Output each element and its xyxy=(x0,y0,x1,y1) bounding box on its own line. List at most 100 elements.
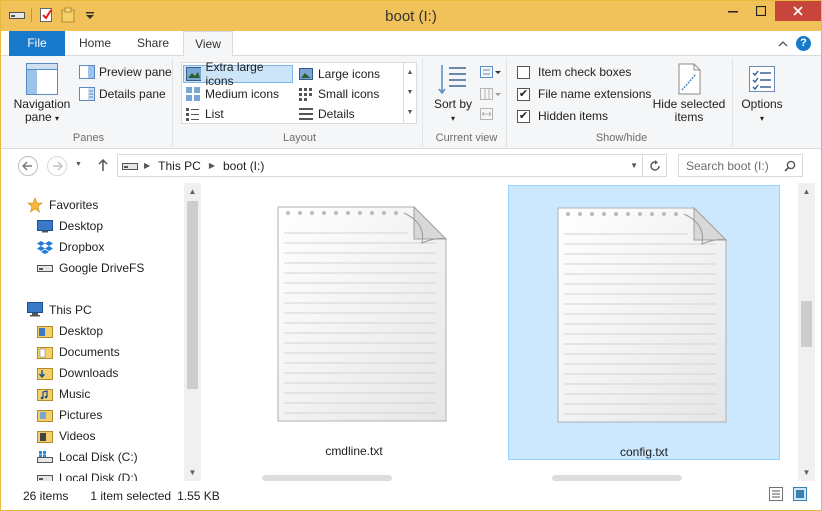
recent-locations-icon[interactable]: ▼ xyxy=(75,161,82,168)
search-box[interactable]: Search boot (I:) xyxy=(678,154,803,177)
details-view-button[interactable] xyxy=(769,487,783,501)
details-pane-button[interactable]: Details pane xyxy=(79,85,166,103)
videos-folder-icon xyxy=(37,428,53,444)
size-columns-button[interactable] xyxy=(479,106,495,125)
nav-pc-pictures[interactable]: Pictures xyxy=(37,404,102,425)
navigation-pane-button[interactable]: Navigation pane ▾ xyxy=(11,62,73,125)
gallery-more-icon[interactable]: ▼ xyxy=(404,103,416,123)
minimize-button[interactable] xyxy=(719,1,747,21)
size-columns-icon xyxy=(480,108,493,120)
hide-selected-items-button[interactable]: Hide selected items xyxy=(651,62,727,124)
nav-pc-local-disk-d[interactable]: Local Disk (D:) xyxy=(37,467,138,481)
file-name-extensions-checkbox[interactable]: ✔ xyxy=(517,87,530,101)
nav-scroll-thumb[interactable] xyxy=(187,201,198,389)
layout-medium-icons[interactable]: Medium icons xyxy=(185,85,279,103)
crumb-separator-icon[interactable]: ▶ xyxy=(209,161,215,170)
content-scroll-thumb[interactable] xyxy=(801,301,812,347)
search-icon[interactable] xyxy=(784,160,796,172)
nav-fav-desktop[interactable]: Desktop xyxy=(37,215,103,236)
small-icons-icon xyxy=(299,88,312,101)
forward-arrow-icon xyxy=(53,161,64,171)
nav-pc-desktop[interactable]: Desktop xyxy=(37,320,103,341)
back-button[interactable] xyxy=(18,156,38,176)
desktop-icon xyxy=(37,218,53,234)
content-scroll-down-icon[interactable]: ▼ xyxy=(798,464,815,481)
layout-list[interactable]: List xyxy=(185,105,224,123)
file-item-config[interactable]: config.txt xyxy=(508,185,780,460)
nav-pc-documents-label: Documents xyxy=(59,344,120,359)
extra-large-icons-icon xyxy=(186,67,202,81)
address-bar[interactable]: ▶ This PC ▶ boot (I:) ▼ xyxy=(117,154,667,177)
gallery-up-icon[interactable]: ▲ xyxy=(404,63,416,83)
layout-extra-large-icons[interactable]: Extra large icons xyxy=(183,60,293,88)
nav-pc-downloads[interactable]: Downloads xyxy=(37,362,118,383)
breadcrumb-this-pc[interactable]: This PC xyxy=(158,159,201,173)
file-name-extensions-toggle[interactable]: ✔ File name extensions xyxy=(517,85,651,103)
nav-fav-google-drivefs[interactable]: Google DriveFS xyxy=(37,257,144,278)
content-scrollbar[interactable]: ▲ ▼ xyxy=(798,183,815,481)
ribbon-tabs: File Home Share View ? xyxy=(1,31,821,57)
options-label: Options xyxy=(741,97,783,111)
tab-share[interactable]: Share xyxy=(125,31,181,56)
layout-large-icons[interactable]: Large icons xyxy=(298,65,380,83)
crumb-separator-icon[interactable]: ▶ xyxy=(144,161,150,170)
nav-scrollbar[interactable]: ▲ ▼ xyxy=(184,183,201,481)
close-button[interactable] xyxy=(775,1,821,21)
nav-pc-music[interactable]: Music xyxy=(37,383,90,404)
current-view-group: Sort by ▾ Current view xyxy=(427,58,507,147)
nav-this-pc[interactable]: This PC xyxy=(27,299,92,320)
sort-by-button[interactable]: Sort by ▾ xyxy=(433,62,473,125)
add-columns-button[interactable] xyxy=(479,86,501,105)
search-input[interactable]: Search boot (I:) xyxy=(686,159,769,173)
layout-small-icons[interactable]: Small icons xyxy=(298,85,379,103)
nav-pc-videos[interactable]: Videos xyxy=(37,425,95,446)
hide-selected-items-icon xyxy=(678,63,701,95)
hidden-items-checkbox[interactable]: ✔ xyxy=(517,109,530,123)
large-icons-view-icon xyxy=(796,490,804,498)
content-scroll-up-icon[interactable]: ▲ xyxy=(798,183,815,200)
gallery-down-icon[interactable]: ▼ xyxy=(404,83,416,103)
hidden-items-toggle[interactable]: ✔ Hidden items xyxy=(517,107,608,125)
help-icon[interactable]: ? xyxy=(796,36,811,51)
nav-pc-local-disk-c[interactable]: Local Disk (C:) xyxy=(37,446,138,467)
group-by-button[interactable] xyxy=(479,64,501,83)
folder-icon xyxy=(37,323,53,339)
address-history-icon[interactable]: ▼ xyxy=(630,161,638,170)
details-view-icon xyxy=(772,490,780,498)
tab-view[interactable]: View xyxy=(183,31,233,57)
options-button[interactable]: Options ▾ xyxy=(737,62,787,125)
medium-icons-icon xyxy=(186,87,200,101)
large-icons-view-button[interactable] xyxy=(793,487,807,501)
forward-button[interactable] xyxy=(47,156,67,176)
item-check-boxes-toggle[interactable]: Item check boxes xyxy=(517,63,631,81)
status-size: 1.55 KB xyxy=(177,488,220,503)
details-icon xyxy=(299,108,313,120)
nav-pc-local-disk-c-label: Local Disk (C:) xyxy=(59,449,138,464)
maximize-button[interactable] xyxy=(747,1,775,21)
nav-scroll-up-icon[interactable]: ▲ xyxy=(184,183,201,200)
nav-fav-dropbox[interactable]: Dropbox xyxy=(37,236,104,257)
large-icons-label: Large icons xyxy=(318,67,381,81)
file-name[interactable]: config.txt xyxy=(509,445,779,459)
nav-scroll-down-icon[interactable]: ▼ xyxy=(184,464,201,481)
tab-home[interactable]: Home xyxy=(67,31,123,56)
up-button[interactable] xyxy=(97,158,109,175)
collapse-ribbon-icon[interactable] xyxy=(778,40,788,48)
breadcrumb-boot[interactable]: boot (I:) xyxy=(223,159,264,173)
layout-details[interactable]: Details xyxy=(298,105,355,123)
nav-favorites[interactable]: Favorites xyxy=(27,194,98,215)
sort-by-icon xyxy=(438,65,466,95)
downloads-folder-icon xyxy=(37,365,53,381)
item-check-boxes-checkbox[interactable] xyxy=(517,65,530,79)
nav-pc-documents[interactable]: Documents xyxy=(37,341,120,362)
medium-icons-label: Medium icons xyxy=(205,87,280,101)
refresh-button[interactable] xyxy=(642,155,666,176)
file-name[interactable]: cmdline.txt xyxy=(218,444,490,458)
tab-file[interactable]: File xyxy=(9,31,65,56)
preview-pane-button[interactable]: Preview pane xyxy=(79,63,172,81)
layout-gallery-scroller[interactable]: ▲ ▼ ▼ xyxy=(403,63,416,123)
file-item-cmdline[interactable]: cmdline.txt xyxy=(218,185,490,460)
panes-group-label: Panes xyxy=(72,132,105,144)
nav-pc-videos-label: Videos xyxy=(59,428,96,443)
layout-group-label: Layout xyxy=(282,132,317,144)
